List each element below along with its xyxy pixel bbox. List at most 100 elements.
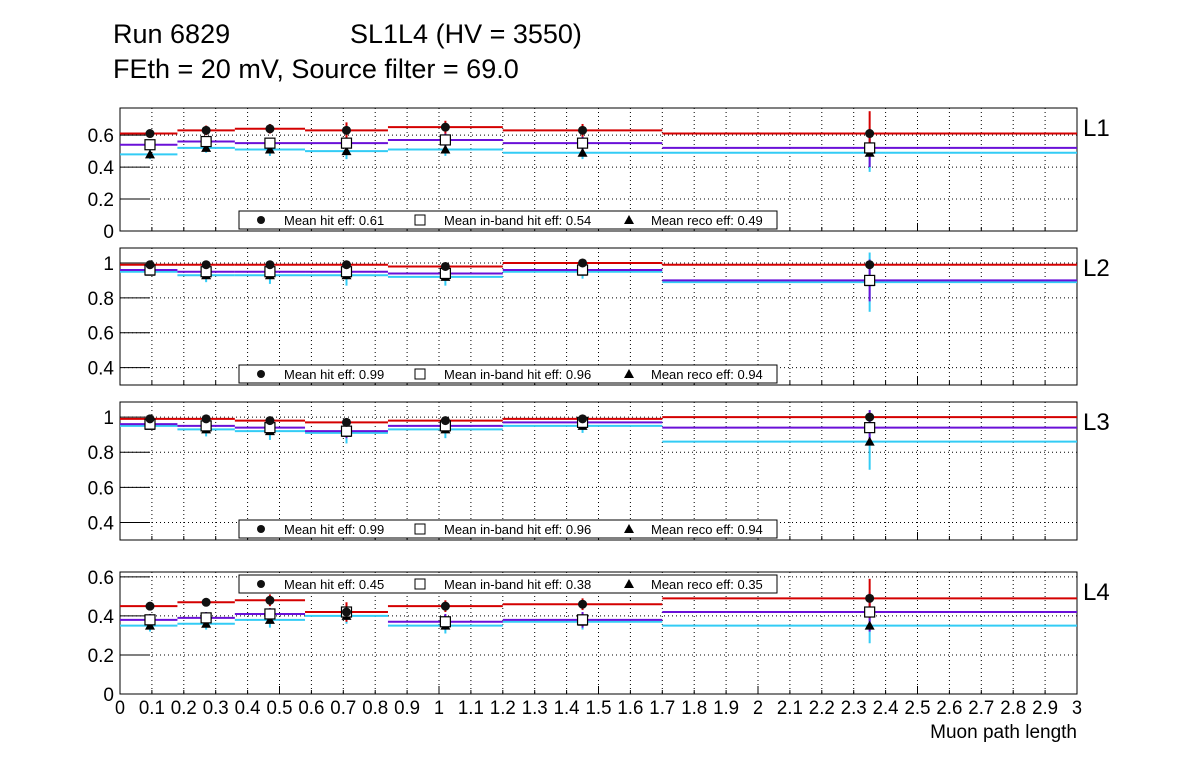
y-tick-label: 0.2	[88, 190, 114, 211]
legend-hit-marker	[257, 370, 265, 378]
y-tick-label: 0	[103, 222, 114, 243]
hit-marker	[265, 260, 275, 270]
x-tick-label: 2.1	[777, 698, 803, 719]
legend-reco-label: Mean reco eff: 0.94	[651, 522, 763, 537]
inband-marker	[264, 608, 276, 620]
hit-marker	[145, 129, 155, 139]
hit-marker	[341, 260, 351, 270]
x-tick-label: 0.8	[362, 698, 388, 719]
hit-marker	[440, 261, 450, 271]
x-tick-label: 0.1	[139, 698, 165, 719]
hit-marker	[440, 601, 450, 611]
x-tick-label: 0.5	[267, 698, 293, 719]
x-tick-label: 2.8	[1000, 698, 1026, 719]
y-tick-label: 0.8	[88, 289, 114, 310]
hit-marker	[578, 258, 588, 268]
hit-marker	[578, 414, 588, 424]
x-axis-label: Muon path length	[930, 722, 1077, 743]
x-tick-label: 2.9	[1032, 698, 1058, 719]
x-tick-label: 1.4	[554, 698, 580, 719]
inband-marker	[439, 134, 451, 146]
inband-marker	[264, 137, 276, 149]
inband-marker	[864, 422, 876, 434]
y-tick-label: 0.4	[88, 158, 115, 179]
hit-marker	[201, 125, 211, 135]
x-tick-label: 1.6	[617, 698, 643, 719]
hit-marker	[865, 412, 875, 422]
panel-label: L1	[1083, 115, 1110, 142]
y-tick-label: 1	[103, 254, 114, 275]
x-tick-label: 0.3	[203, 698, 229, 719]
legend-reco-label: Mean reco eff: 0.35	[651, 577, 763, 592]
hit-marker	[341, 607, 351, 617]
hit-marker	[265, 416, 275, 426]
x-tick-label: 0.9	[394, 698, 420, 719]
legend-hit-marker	[257, 525, 265, 533]
legend: Mean hit eff: 0.61 Mean in-band hit eff: …	[238, 210, 778, 230]
x-tick-label: 3	[1072, 698, 1082, 719]
panel-l1: 0 0.2 0.4 0.6 L1 Mean hit eff: 0.61 Mean in-ba…	[88, 107, 1110, 243]
title-chamber: SL1L4 (HV = 3550)	[350, 19, 582, 49]
hit-marker	[201, 597, 211, 607]
y-tick-label: 0	[103, 685, 114, 706]
y-tick-label: 0.2	[88, 646, 114, 667]
x-tick-label: 2.7	[968, 698, 994, 719]
hit-marker	[865, 129, 875, 139]
legend-inband-label: Mean in-band hit eff: 0.96	[444, 522, 591, 537]
x-tick-label: 2.2	[809, 698, 835, 719]
inband-marker	[144, 139, 156, 151]
hit-marker	[865, 593, 875, 603]
title-settings: FEth = 20 mV, Source filter = 69.0	[113, 54, 519, 84]
legend-hit-label: Mean hit eff: 0.99	[284, 367, 384, 382]
legend-hit-marker	[257, 580, 265, 588]
x-tick-label: 1.5	[586, 698, 612, 719]
efficiency-chart: Run 6829 SL1L4 (HV = 3550) FEth = 20 mV,…	[88, 19, 1110, 743]
panel-label: L4	[1083, 579, 1110, 606]
y-tick-label: 0.4	[88, 607, 115, 628]
inband-marker	[864, 274, 876, 287]
panel-l3: 0.4 0.6 0.8 1 L3 Mean hit eff: 0.99 Mean in-ba…	[88, 401, 1110, 541]
y-tick-label: 0.6	[88, 568, 114, 589]
y-tick-label: 0.6	[88, 324, 114, 345]
hit-marker	[265, 595, 275, 605]
y-tick-label: 1	[103, 408, 114, 429]
title-run: Run 6829	[113, 19, 230, 49]
hit-marker	[341, 125, 351, 135]
x-tick-label: 0.7	[330, 698, 356, 719]
legend-inband-label: Mean in-band hit eff: 0.38	[444, 577, 591, 592]
y-tick-label: 0.6	[88, 478, 114, 499]
legend-inband-marker	[414, 578, 426, 590]
legend: Mean hit eff: 0.99 Mean in-band hit eff: …	[238, 519, 778, 539]
hit-marker	[440, 122, 450, 132]
hit-marker	[201, 260, 211, 270]
x-tick-label: 0.6	[298, 698, 324, 719]
legend-hit-label: Mean hit eff: 0.45	[284, 577, 384, 592]
legend-hit-label: Mean hit eff: 0.61	[284, 213, 384, 228]
x-tick-label: 0	[115, 698, 125, 719]
legend-inband-marker	[414, 523, 426, 535]
inband-marker	[864, 606, 876, 618]
y-tick-label: 0.6	[88, 126, 114, 147]
inband-marker	[576, 614, 589, 626]
x-tick-label: 1	[434, 698, 444, 719]
inband-marker	[576, 137, 589, 149]
inband-marker	[200, 135, 212, 148]
panel-label: L2	[1083, 255, 1110, 282]
hit-marker	[201, 414, 211, 424]
inband-marker	[200, 612, 212, 624]
legend-inband-label: Mean in-band hit eff: 0.54	[444, 213, 591, 228]
x-tick-label: 2.4	[873, 698, 899, 719]
x-tick-label: 1.9	[713, 698, 739, 719]
inband-marker	[439, 616, 451, 628]
x-tick-label: 2.3	[841, 698, 867, 719]
legend-hit-label: Mean hit eff: 0.99	[284, 522, 384, 537]
panel-l2: 0.4 0.6 0.8 1 L2 Mean hit eff: 0.99 Mean in-ba…	[88, 247, 1110, 386]
y-tick-label: 0.8	[88, 443, 114, 464]
panel-label: L3	[1083, 409, 1110, 436]
x-tick-label: 1.8	[681, 698, 707, 719]
hit-marker	[341, 417, 351, 427]
x-tick-label: 0.2	[171, 698, 197, 719]
legend: Mean hit eff: 0.99 Mean in-band hit eff: …	[238, 364, 778, 384]
legend-reco-label: Mean reco eff: 0.49	[651, 213, 763, 228]
inband-marker	[340, 137, 353, 149]
